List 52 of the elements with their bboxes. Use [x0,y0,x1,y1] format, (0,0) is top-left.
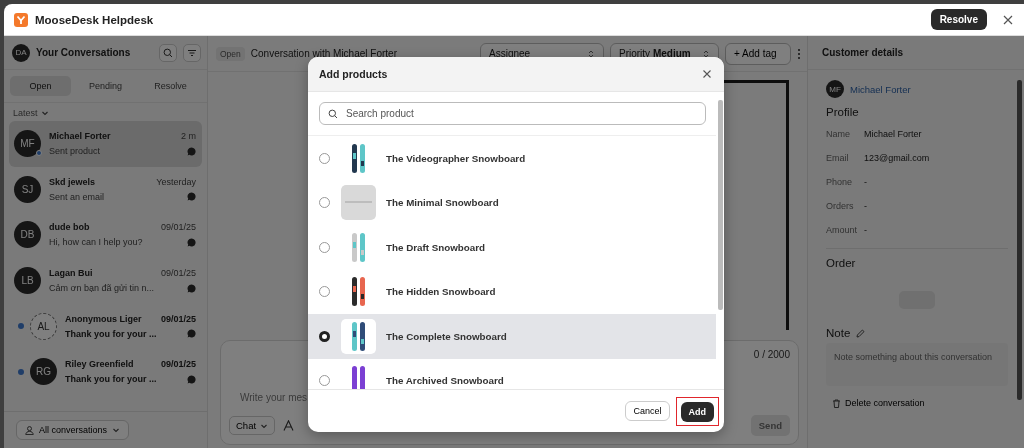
panel-title: Customer details [822,47,904,58]
user-avatar: DA [12,43,30,62]
dialog-title: Add products [319,68,388,80]
panel-title: Your Conversations [36,47,132,58]
field-label: Amount [826,225,859,235]
message-preview: Sent an email [49,191,105,202]
contact-name: Anonymous Liger [65,313,142,324]
message-preview: Sent product [49,146,101,157]
contact-name: Lagan Bui [49,268,93,279]
conversation-title: Conversation with Michael Forter [250,48,398,59]
section-heading: Order [826,256,857,271]
message-time: 09/01/25 [160,359,196,370]
product-name: The Archived Snowboard [386,375,504,387]
section-heading: Profile [826,105,860,120]
contact-avatar: MF [14,130,41,158]
message-preview: Cảm ơn bạn đã gửi tin n... [49,283,154,294]
field-value: Michael Forter [864,129,922,139]
customer-avatar: MF [826,80,844,98]
field-label: Orders [826,201,855,211]
message-time: 09/01/25 [160,313,196,324]
contact-avatar: LB [14,267,41,295]
contact-avatar: RG [30,358,57,386]
message-time: 09/01/25 [160,222,196,233]
product-name: The Minimal Snowboard [386,197,499,209]
contact-avatar: SJ [14,175,41,203]
contact-name: Skd jewels [49,176,96,187]
message-preview: Thank you for your ... [65,374,157,385]
contact-name: dude bob [49,222,90,233]
field-label: Phone [826,177,854,187]
product-name: The Videographer Snowboard [386,152,526,164]
product-name: The Draft Snowboard [386,241,486,253]
field-label: Name [826,129,851,139]
message-time: 2 m [181,131,196,142]
section-heading: Note [826,327,851,339]
field-value: - [864,225,867,235]
field-value: - [864,201,867,211]
contact-name: Riley Greenfield [65,359,134,370]
product-name: The Hidden Snowboard [386,286,496,298]
message-time: Yesterday [156,176,196,187]
field-value: - [864,177,867,187]
status-badge: Open [216,46,245,61]
contact-avatar: AL [30,312,57,340]
message-time: 09/01/25 [160,268,196,279]
character-counter: 0 / 2000 [753,349,790,360]
product-name: The Complete Snowboard [386,330,507,342]
contact-name: Michael Forter [49,131,111,142]
window-title: MooseDesk Helpdesk [35,13,155,26]
message-preview: Hi, how can I help you? [49,237,143,248]
field-value: 123@gmail.com [864,153,930,163]
field-label: Email [826,153,850,163]
message-preview: Thank you for your ... [65,328,157,339]
contact-avatar: DB [14,221,41,249]
